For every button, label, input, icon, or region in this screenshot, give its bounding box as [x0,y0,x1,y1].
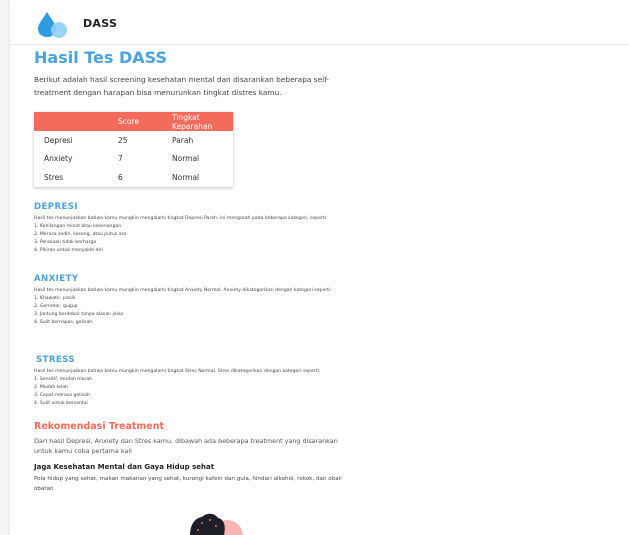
section-list: 1. Kehilangan minat atau kesenangan 2. M… [34,223,354,255]
row-score: 6 [118,173,123,183]
row-level: Parah [172,135,194,145]
list-item: 3. Cepat merasa gelisah [34,393,90,398]
list-item: 1. Khawatir, panik [34,296,76,301]
row-level: Normal [172,154,200,164]
section-desc: Hasil tes menunjukkan bahwa kamu mungkin… [34,216,328,221]
row-label: Anxiety [44,154,73,164]
table-row: Anxiety 7 Normal [34,150,233,169]
column-header-level: Tingkat Keparahan [172,112,233,131]
treatment-text: Pola hidup yang sehat, makan makanan yan… [34,476,343,492]
page-title: Hasil Tes DASS [34,48,167,67]
table-row: Depresi 25 Parah [34,131,233,150]
list-item: 3. Jantung berdebar tanpa alasan jelas [34,312,124,317]
column-header-score: Score [118,112,172,131]
section-title: STRESS [36,355,75,365]
section-desc: Hasil tes menunjukkan bahwa kamu mungkin… [34,288,332,293]
app-header: DASS [10,0,629,45]
row-label: Depresi [44,135,73,145]
row-label: Stres [44,173,64,183]
section-recommendation: Rekomendasi Treatment Dari hasil Depresi… [34,421,354,494]
list-item: 1. Sensitif, mudah marah [34,377,93,382]
water-drop-logo-icon[interactable] [34,9,70,39]
list-item: 4. Sulit untuk bersantai [34,401,88,406]
section-title: DEPRESI [34,202,78,212]
row-score: 7 [118,154,123,164]
recommendation-subtitle: Dari hasil Depresi, Anxiety dan Stres ka… [34,437,338,455]
section-anxiety: ANXIETY Hasil tes menunjukkan bahwa kamu… [34,274,354,327]
column-header [34,112,118,131]
app-brand: DASS [83,17,118,30]
treatment-illustration [190,513,243,535]
recommendation-title: Rekomendasi Treatment [34,421,165,432]
table-row: Stres 6 Normal [34,168,233,187]
section-title: ANXIETY [34,274,79,284]
table-header-row: Score Tingkat Keparahan [34,112,233,131]
page-card: DASS Hasil Tes DASS Berikut adalah hasil… [10,0,629,535]
intro-text: Berikut adalah hasil screening kesehatan… [34,75,330,97]
section-stress: STRESS Hasil tes menunjukkan bahwa kamu … [34,355,354,408]
section-depresi: DEPRESI Hasil tes menunjukkan bahwa kamu… [34,202,354,255]
treatment-heading: Jaga Kesehatan Mental dan Gaya Hidup seh… [34,463,215,471]
section-list: 1. Khawatir, panik 2. Gemetar, gugup 3. … [34,295,354,327]
section-desc: Hasil tes menunjukkan bahwa kamu mungkin… [34,369,321,374]
row-score: 25 [118,135,128,145]
list-item: 1. Kehilangan minat atau kesenangan [34,224,122,229]
section-list: 1. Sensitif, mudah marah 2. Mudah lelah … [34,376,354,408]
list-item: 3. Perasaan tidak berharga [34,240,97,245]
result-table: Score Tingkat Keparahan Depresi 25 Parah… [34,112,233,187]
list-item: 4. Pikiran untuk menyakiti diri [34,248,104,253]
list-item: 2. Gemetar, gugup [34,304,78,309]
list-item: 2. Merasa sedih, kosong, atau putus asa [34,232,127,237]
list-item: 2. Mudah lelah [34,385,68,390]
list-item: 4. Sulit bernapas, gelisah [34,320,93,325]
row-level: Normal [172,173,200,183]
